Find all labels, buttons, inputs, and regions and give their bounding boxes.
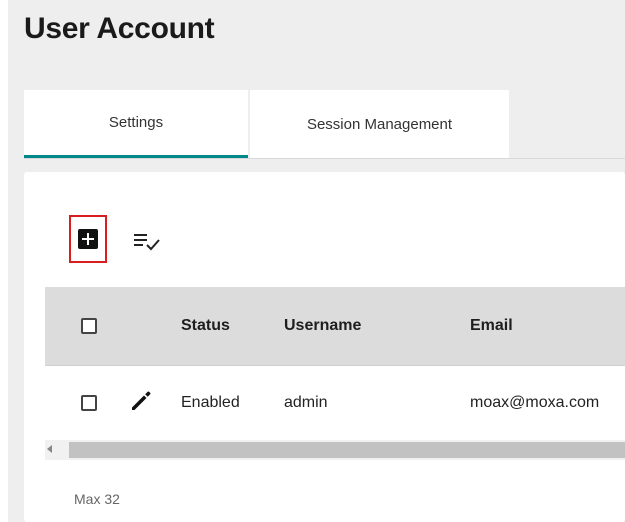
column-header-status[interactable]: Status (181, 317, 230, 335)
row-checkbox[interactable] (81, 395, 97, 411)
column-header-username[interactable]: Username (284, 317, 361, 335)
left-edge-strip (0, 0, 8, 522)
table-header: Status Username Email (45, 287, 625, 365)
row-username: admin (284, 394, 328, 411)
add-box-icon (78, 229, 98, 249)
tab-session-management-label: Session Management (306, 115, 453, 133)
page-title: User Account (24, 12, 215, 45)
scrollbar-thumb[interactable] (69, 442, 625, 458)
row-email: moax@moxa.com (470, 394, 600, 411)
column-header-email[interactable]: Email (470, 317, 513, 335)
tab-session-management[interactable]: Session Management (250, 90, 509, 158)
select-all-checkbox[interactable] (81, 318, 97, 334)
add-user-button[interactable] (69, 215, 107, 263)
edit-pencil-icon[interactable] (128, 387, 154, 413)
tab-divider (24, 158, 625, 159)
tab-settings-label: Settings (108, 114, 164, 131)
max-users-note: Max 32 (74, 491, 120, 507)
tab-settings[interactable]: Settings (24, 90, 248, 158)
row-status: Enabled (181, 394, 240, 411)
checklist-icon[interactable] (133, 231, 163, 253)
scroll-left-arrow-icon[interactable] (47, 445, 52, 453)
horizontal-scrollbar[interactable] (45, 440, 625, 460)
